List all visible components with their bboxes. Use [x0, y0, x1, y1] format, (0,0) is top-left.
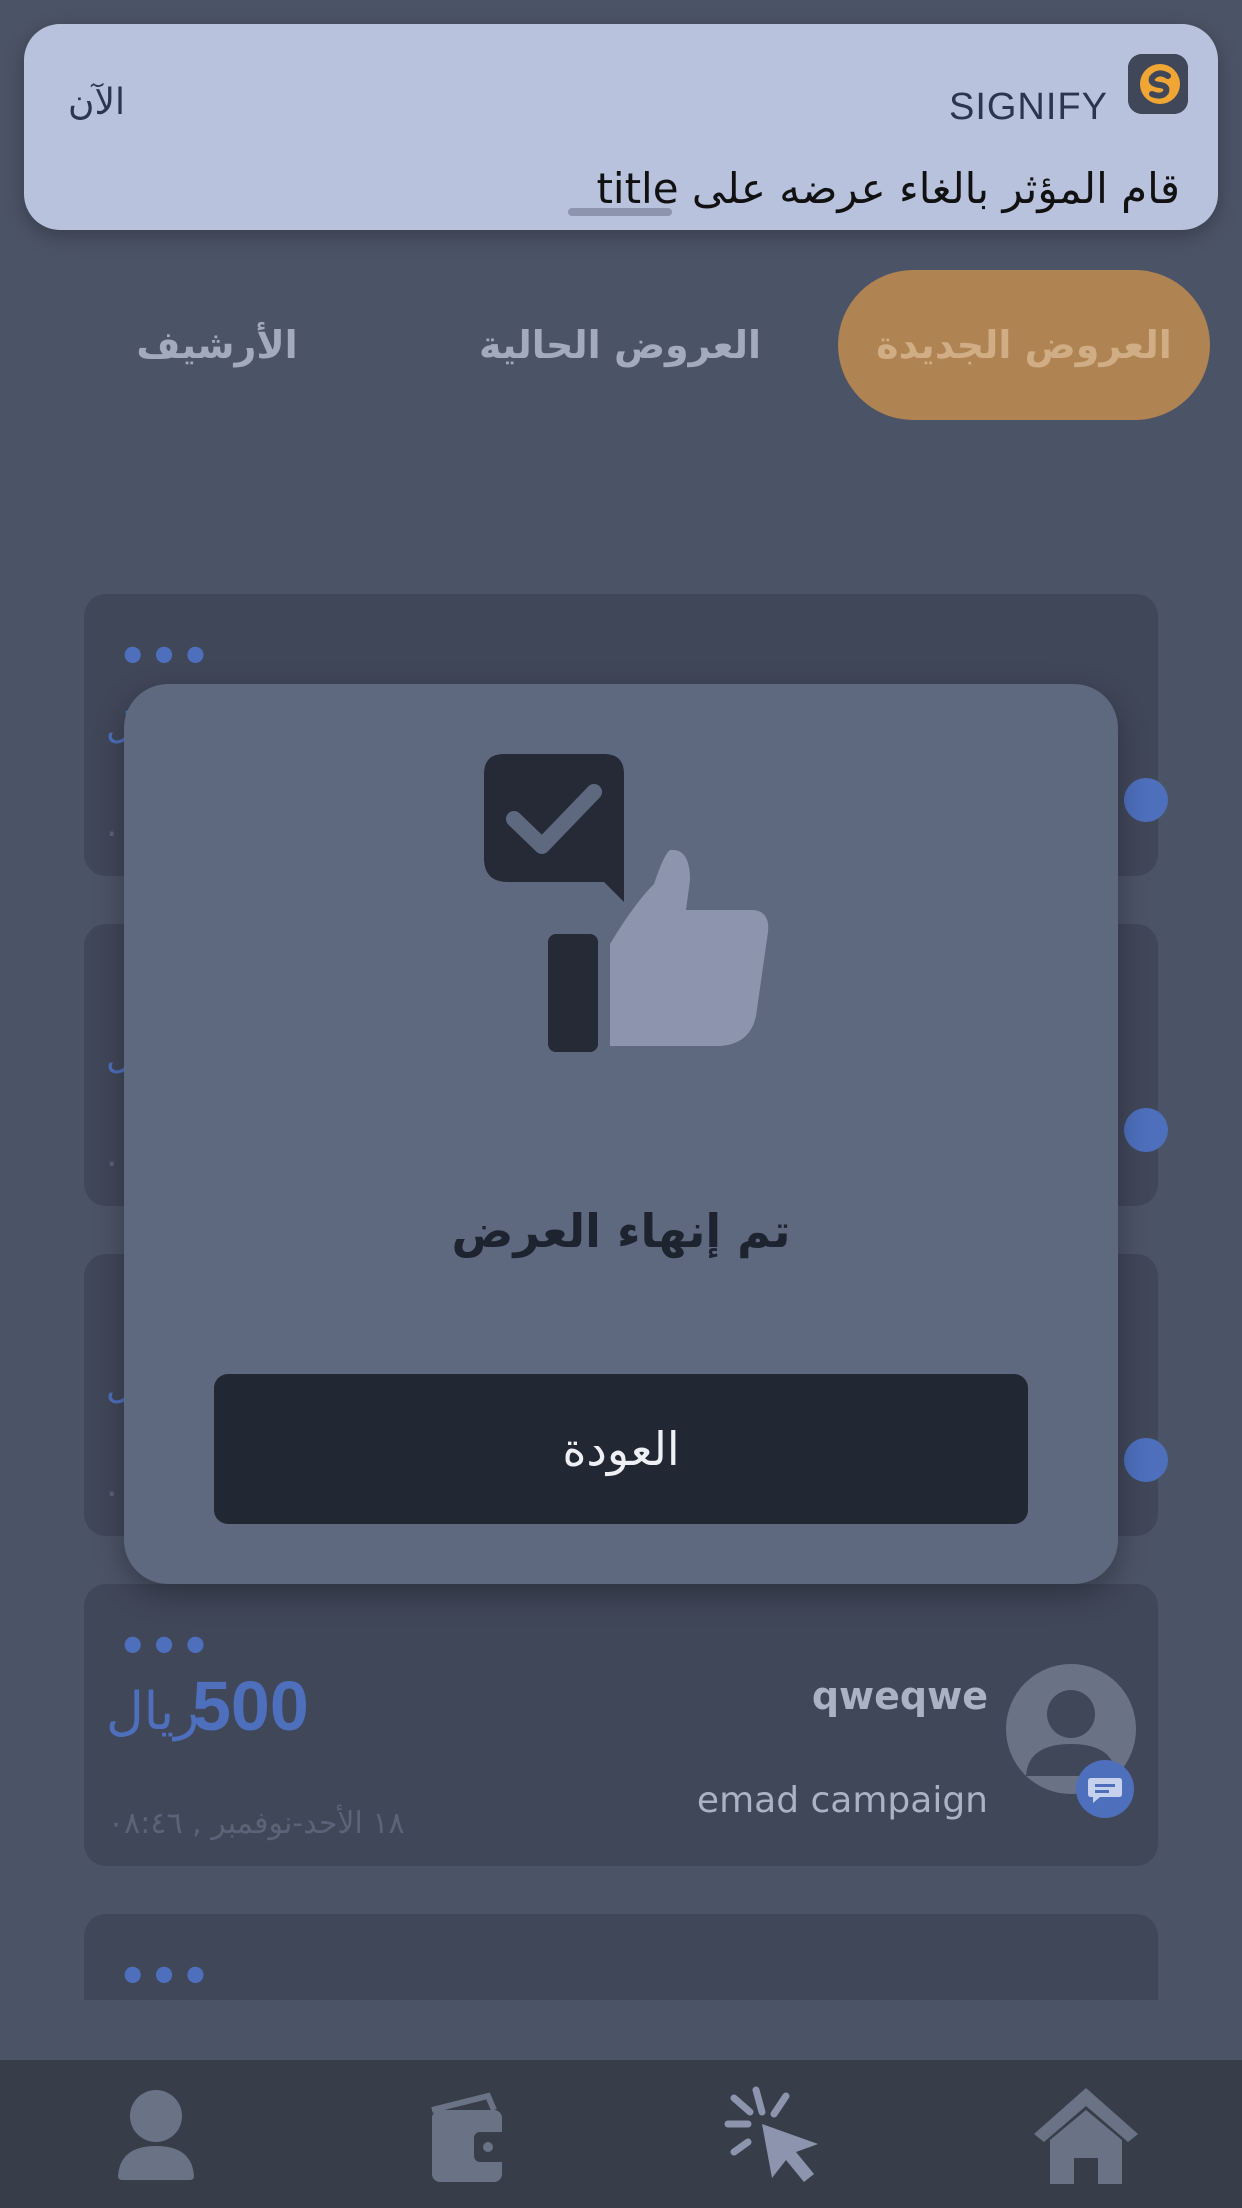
chat-badge-icon[interactable] — [1124, 1438, 1168, 1482]
offer-card[interactable]: ••• 500 ريال ١٨ الأحد-نوفمبر , ٠٨:٤٦ qwe… — [84, 1584, 1158, 1866]
bottom-navigation — [0, 2060, 1242, 2208]
notification-message: قام المؤثر بالغاء عرضه على title — [596, 164, 1180, 213]
chat-bubble-icon[interactable] — [1076, 1760, 1134, 1818]
signify-app-icon — [1128, 54, 1188, 114]
date-partial: . — [106, 1464, 118, 1505]
date-partial: . — [106, 1134, 118, 1175]
more-options-icon[interactable]: ••• — [118, 1953, 212, 1999]
more-options-icon[interactable]: ••• — [118, 633, 212, 679]
dialog-title: تم إنهاء العرض — [451, 1204, 791, 1258]
click-cursor-icon[interactable] — [716, 2080, 836, 2190]
back-button[interactable]: العودة — [214, 1374, 1028, 1524]
thumbs-up-check-icon — [464, 754, 784, 1064]
home-icon[interactable] — [1026, 2080, 1146, 2190]
chat-badge-icon[interactable] — [1124, 1108, 1168, 1152]
notification-app-name: SIGNIFY — [948, 86, 1108, 128]
offer-card[interactable]: ••• — [84, 1914, 1158, 2000]
profile-icon[interactable] — [96, 2080, 216, 2190]
date-partial: . — [106, 804, 118, 845]
tab-archive[interactable]: الأرشيف — [40, 270, 394, 420]
offer-ended-dialog: تم إنهاء العرض العودة — [124, 684, 1118, 1584]
chat-badge-icon[interactable] — [1124, 778, 1168, 822]
push-notification[interactable]: SIGNIFY الآن قام المؤثر بالغاء عرضه على … — [24, 24, 1218, 230]
price-currency: ريال — [106, 1682, 200, 1742]
tab-current-offers[interactable]: العروض الحالية — [440, 270, 800, 420]
offer-date: ١٨ الأحد-نوفمبر , ٠٨:٤٦ — [108, 1806, 405, 1841]
offers-tabs: العروض الجديدة العروض الحالية الأرشيف — [0, 270, 1242, 420]
notification-grabber[interactable] — [568, 208, 672, 216]
influencer-name: qweqwe — [811, 1674, 988, 1718]
tab-new-offers[interactable]: العروض الجديدة — [838, 270, 1210, 420]
campaign-name: emad campaign — [696, 1780, 988, 1821]
notification-time: الآن — [68, 82, 125, 123]
more-options-icon[interactable]: ••• — [118, 1623, 212, 1669]
price-amount: 500 — [192, 1667, 309, 1745]
wallet-icon[interactable] — [404, 2080, 524, 2190]
